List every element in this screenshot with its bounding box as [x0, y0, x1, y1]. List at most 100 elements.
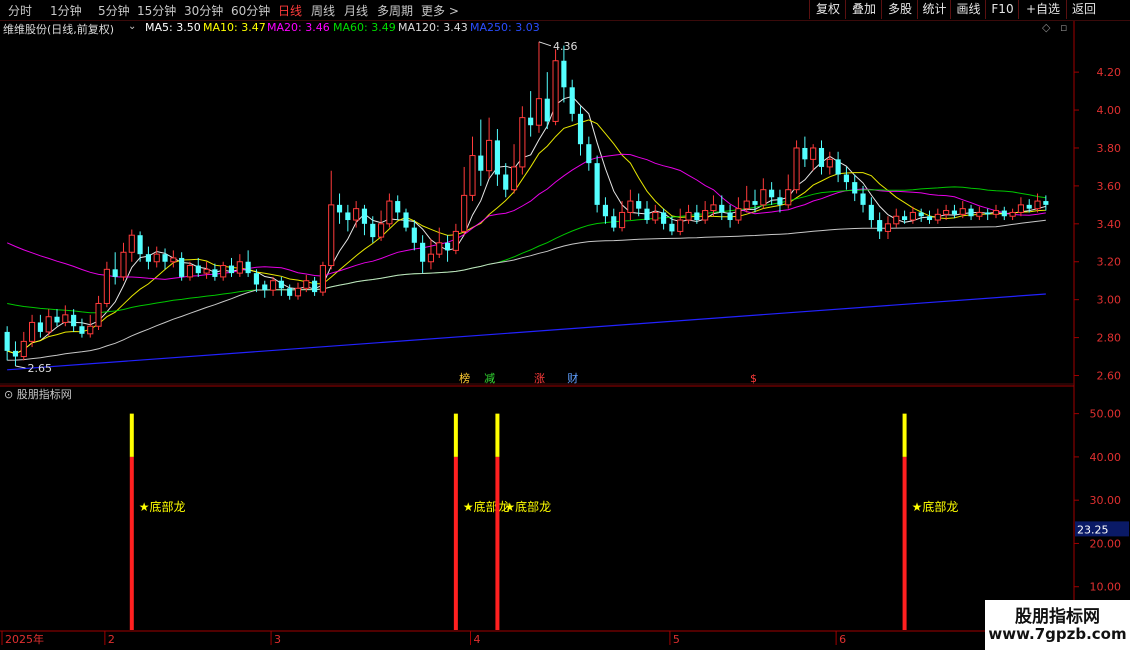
candle-body-down	[4, 331, 10, 351]
candle-body-down	[1026, 204, 1032, 209]
candle-body-down	[444, 242, 451, 251]
candle-body-up	[909, 211, 916, 221]
candle-body-up	[303, 280, 310, 289]
candle-body-down	[561, 60, 567, 88]
candle-body-down	[843, 174, 849, 183]
candle-body-down	[245, 261, 251, 274]
candle-body-up	[793, 147, 800, 191]
candle-body-up	[959, 208, 966, 215]
signal-label: ★底部龙	[463, 499, 510, 514]
candle-body-up	[170, 257, 177, 263]
event-marker: 减	[484, 372, 495, 385]
signal-bar	[902, 456, 907, 630]
x-tick-label: 6	[839, 633, 846, 646]
candle-body-up	[386, 200, 393, 225]
candle-body-up	[934, 213, 941, 221]
candle-body-up	[120, 251, 127, 278]
candle-body-down	[586, 144, 592, 164]
candle-body-up	[677, 219, 684, 232]
candle-body-down	[361, 208, 368, 224]
candle-body-down	[253, 273, 260, 285]
y-tick-label: 4.00	[1097, 104, 1122, 117]
candle-body-down	[212, 269, 218, 277]
candle-body-up	[461, 194, 468, 232]
candle-body-up	[826, 158, 833, 168]
signal-bar-top	[495, 413, 500, 457]
high-price-label: 4.36	[553, 40, 578, 53]
candle-body-down	[278, 280, 284, 289]
candle-body-up	[153, 253, 160, 263]
candle-body-down	[179, 257, 185, 277]
watermark: 股朋指标网 www.7gpzb.com	[985, 600, 1130, 650]
candle-body-down	[54, 316, 60, 323]
candle-body-up	[62, 314, 69, 323]
sub-y-tick-label: 10.00	[1090, 581, 1122, 594]
candle-body-up	[535, 98, 543, 126]
candle-body-up	[685, 211, 692, 221]
x-tick-label: 2	[108, 633, 115, 646]
candle-body-up	[186, 265, 194, 278]
x-tick-label: 4	[473, 633, 480, 646]
candle-body-down	[968, 208, 974, 217]
candle-body-down	[1043, 201, 1049, 205]
candle-body-down	[370, 223, 376, 238]
signal-bar-top	[453, 413, 458, 457]
candle-body-up	[618, 211, 626, 229]
candle-body-down	[137, 235, 143, 255]
event-marker: 榜	[459, 371, 470, 385]
candle-body-up	[627, 200, 634, 213]
candle-body-up	[128, 234, 135, 253]
low-pointer	[15, 365, 26, 369]
candle-body-up	[427, 253, 435, 263]
candle-body-down	[37, 322, 43, 332]
signal-bar-top	[902, 413, 907, 457]
candle-body-down	[918, 212, 924, 217]
candle-body-down	[802, 147, 808, 160]
stock-chart[interactable]: 4.36 2.65 4.20 4.00 3.80 3.60 3.40 3.20 3.00 2.8…	[0, 0, 1130, 650]
y-tick-label: 3.80	[1097, 142, 1122, 155]
candle-body-up	[103, 268, 110, 304]
y-tick-label: 2.80	[1097, 332, 1122, 345]
y-tick-label: 3.60	[1097, 180, 1122, 193]
candle-body-down	[719, 204, 725, 213]
sub-indicator-title: ⊙ 股朋指标网	[4, 386, 72, 402]
sub-y-tick-label: 40.00	[1090, 451, 1122, 464]
collapse-icon[interactable]: ⊙	[4, 388, 13, 401]
sub-indicator-name: 股朋指标网	[16, 388, 72, 401]
x-tick-label: 2025年	[5, 632, 44, 646]
signal-bar	[495, 456, 500, 630]
candle-body-down	[669, 223, 675, 232]
candle-body-down	[852, 182, 858, 194]
candle-body-up	[884, 223, 892, 232]
candle-body-down	[262, 284, 268, 291]
candle-body-up	[236, 261, 243, 274]
candle-body-down	[195, 265, 201, 274]
candle-body-up	[45, 316, 52, 333]
candle-body-up	[760, 189, 767, 206]
candle-body-down	[877, 220, 883, 232]
candle-body-down	[777, 197, 783, 205]
candle-body-down	[602, 204, 609, 217]
candle-body-down	[79, 326, 85, 334]
candle-body-up	[992, 210, 1000, 215]
ma60-line	[7, 186, 1046, 314]
candle-body-down	[752, 201, 758, 205]
candle-body-up	[486, 139, 493, 172]
candle-body-down	[611, 216, 617, 228]
candle-body-up	[735, 208, 742, 221]
signal-label: ★底部龙	[912, 499, 959, 514]
candle-body-up	[378, 223, 385, 238]
candle-body-down	[544, 98, 550, 122]
candle-body-up	[710, 204, 717, 212]
candle-body-down	[661, 212, 667, 224]
y-tick-label: 3.00	[1097, 294, 1122, 307]
candle-body-up	[20, 340, 27, 358]
candle-body-up	[452, 230, 459, 251]
signal-label: ★底部龙	[139, 499, 186, 514]
y-tick-label: 3.40	[1097, 218, 1122, 231]
candle-body-up	[652, 211, 659, 221]
sub-y-tick-label: 50.00	[1090, 408, 1122, 421]
event-marker: 财	[567, 371, 578, 385]
candle-body-down	[112, 269, 118, 277]
candle-body-up	[702, 210, 709, 221]
